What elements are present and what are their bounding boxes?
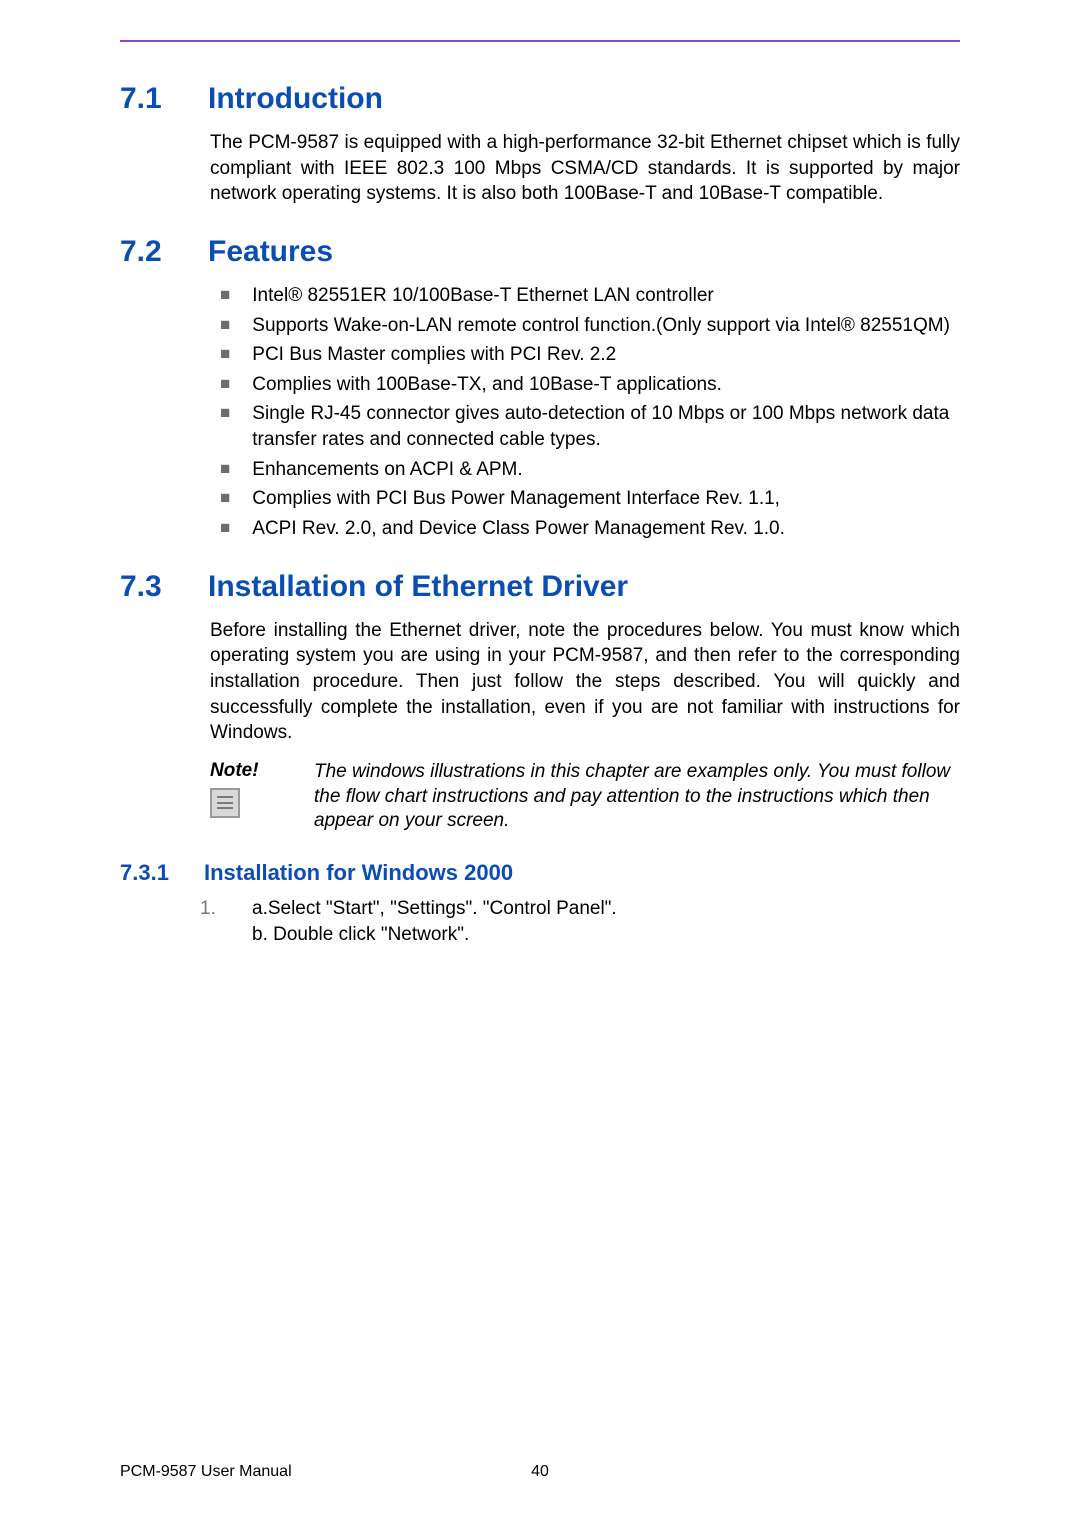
section-body: The PCM-9587 is equipped with a high-per… — [210, 130, 960, 207]
note-text: The windows illustrations in this chapte… — [314, 760, 960, 834]
bullet-text: Complies with 100Base-TX, and 10Base-T a… — [252, 372, 960, 398]
subsection-installation-windows-2000: 7.3.1 Installation for Windows 2000 1. a… — [120, 860, 960, 947]
section-number: 7.3 — [120, 570, 178, 604]
note-left-column: Note! — [210, 760, 296, 834]
section-number: 7.1 — [120, 82, 178, 116]
step-body: a.Select "Start", "Settings". "Control P… — [252, 896, 960, 947]
list-item: ■ PCI Bus Master complies with PCI Rev. … — [220, 342, 960, 368]
note-block: Note! The windows illustrations in this … — [210, 760, 960, 834]
step-number: 1. — [200, 896, 226, 947]
section-body: Before installing the Ethernet driver, n… — [210, 618, 960, 746]
bullet-square-icon: ■ — [220, 486, 230, 512]
section-features: 7.2 Features ■ Intel® 82551ER 10/100Base… — [120, 235, 960, 542]
list-item: ■ ACPI Rev. 2.0, and Device Class Power … — [220, 516, 960, 542]
step-line-a: a.Select "Start", "Settings". "Control P… — [252, 896, 960, 922]
section-title: Installation of Ethernet Driver — [208, 570, 628, 604]
list-item: ■ Single RJ-45 connector gives auto-dete… — [220, 401, 960, 452]
section-title: Introduction — [208, 82, 383, 116]
bullet-text: Single RJ-45 connector gives auto-detect… — [252, 401, 960, 452]
bullet-square-icon: ■ — [220, 283, 230, 309]
list-item: ■ Enhancements on ACPI & APM. — [220, 457, 960, 483]
footer-manual-title: PCM-9587 User Manual — [120, 1463, 292, 1481]
bullet-square-icon: ■ — [220, 516, 230, 542]
subsection-number: 7.3.1 — [120, 860, 182, 886]
bullet-square-icon: ■ — [220, 401, 230, 452]
bullet-square-icon: ■ — [220, 313, 230, 339]
bullet-square-icon: ■ — [220, 342, 230, 368]
section-heading: 7.2 Features — [120, 235, 960, 269]
list-item: 1. a.Select "Start", "Settings". "Contro… — [200, 896, 960, 947]
bullet-square-icon: ■ — [220, 372, 230, 398]
bullet-text: Complies with PCI Bus Power Management I… — [252, 486, 960, 512]
subsection-title: Installation for Windows 2000 — [204, 860, 513, 886]
page-footer: PCM-9587 User Manual 40 — [120, 1463, 960, 1481]
section-introduction: 7.1 Introduction The PCM-9587 is equippe… — [120, 82, 960, 207]
page: 7.1 Introduction The PCM-9587 is equippe… — [0, 0, 1080, 1527]
section-heading: 7.3 Installation of Ethernet Driver — [120, 570, 960, 604]
section-number: 7.2 — [120, 235, 178, 269]
subsection-heading: 7.3.1 Installation for Windows 2000 — [120, 860, 960, 886]
feature-bullet-list: ■ Intel® 82551ER 10/100Base-T Ethernet L… — [220, 283, 960, 542]
bullet-text: ACPI Rev. 2.0, and Device Class Power Ma… — [252, 516, 960, 542]
bullet-text: Supports Wake-on-LAN remote control func… — [252, 313, 960, 339]
bullet-text: PCI Bus Master complies with PCI Rev. 2.… — [252, 342, 960, 368]
section-title: Features — [208, 235, 333, 269]
note-document-icon — [210, 788, 240, 818]
list-item: ■ Intel® 82551ER 10/100Base-T Ethernet L… — [220, 283, 960, 309]
top-divider — [120, 40, 960, 42]
footer-page-number: 40 — [531, 1463, 549, 1481]
list-item: ■ Supports Wake-on-LAN remote control fu… — [220, 313, 960, 339]
list-item: ■ Complies with PCI Bus Power Management… — [220, 486, 960, 512]
step-line-b: b. Double click "Network". — [252, 922, 960, 948]
section-installation: 7.3 Installation of Ethernet Driver Befo… — [120, 570, 960, 948]
bullet-text: Enhancements on ACPI & APM. — [252, 457, 960, 483]
ordered-step-list: 1. a.Select "Start", "Settings". "Contro… — [200, 896, 960, 947]
bullet-text: Intel® 82551ER 10/100Base-T Ethernet LAN… — [252, 283, 960, 309]
bullet-square-icon: ■ — [220, 457, 230, 483]
note-label: Note! — [210, 760, 296, 782]
section-heading: 7.1 Introduction — [120, 82, 960, 116]
list-item: ■ Complies with 100Base-TX, and 10Base-T… — [220, 372, 960, 398]
